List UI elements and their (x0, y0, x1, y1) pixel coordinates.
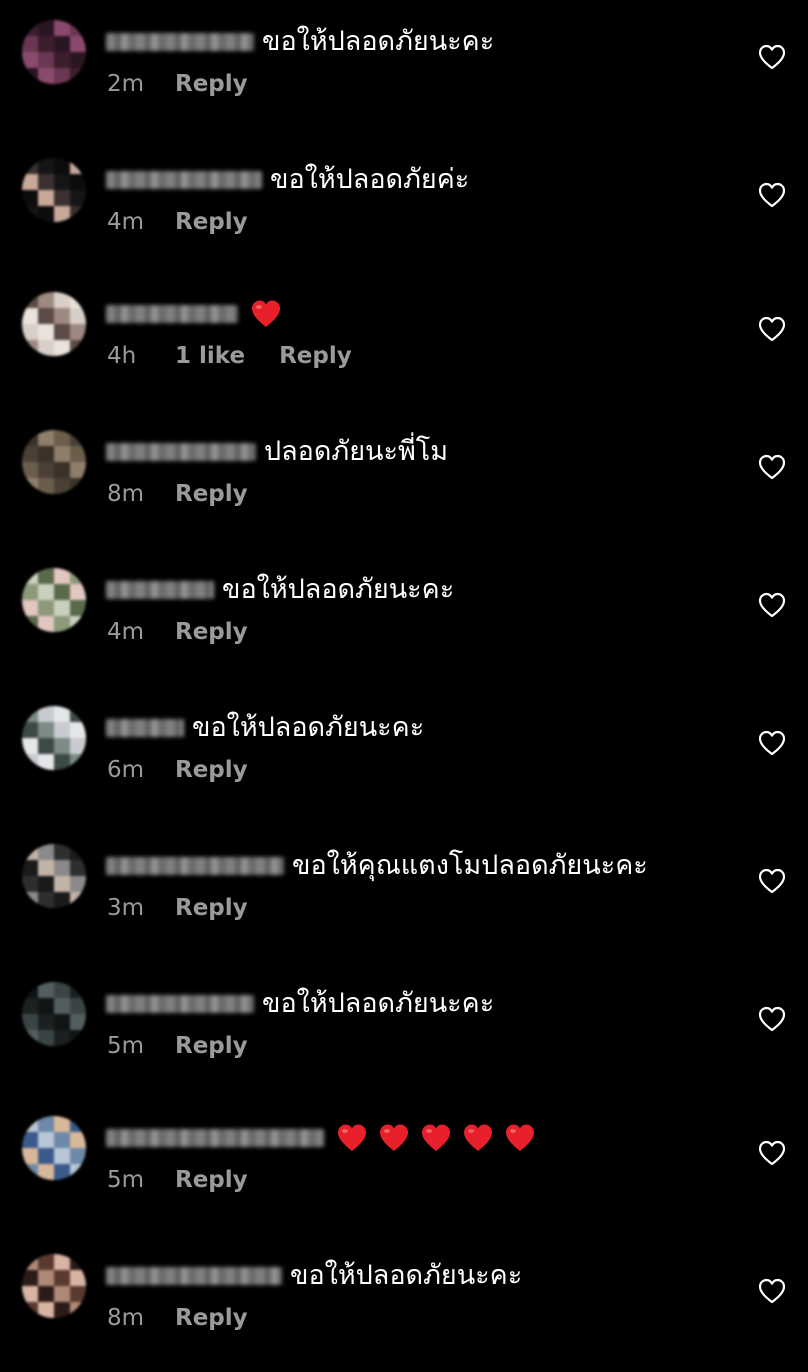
comment-meta: 4h 1 like Reply (107, 340, 352, 372)
reply-button[interactable]: Reply (175, 1167, 248, 1193)
comment-row: ขอให้คุณแตงโมปลอดภัยนะคะ 3m Reply (0, 824, 808, 962)
avatar[interactable] (22, 1254, 86, 1318)
comment-timestamp: 2m (107, 71, 145, 97)
comment-body: ขอให้ปลอดภัยนะคะ (106, 708, 424, 748)
red-heart-emoji (380, 1124, 408, 1151)
like-count[interactable]: 1 like (175, 343, 245, 369)
comment-text: ขอให้คุณแตงโมปลอดภัยนะคะ (292, 850, 648, 881)
comment-body: ขอให้ปลอดภัยนะคะ (106, 570, 454, 610)
comment-row: 4h 1 like Reply (0, 272, 808, 410)
comment-body: ขอให้คุณแตงโมปลอดภัยนะคะ (106, 846, 648, 886)
red-heart-emoji (464, 1124, 492, 1151)
comment-meta: 8m Reply (107, 1302, 248, 1334)
comment-row: ขอให้ปลอดภัยนะคะ 6m Reply (0, 686, 808, 824)
comment-row: ขอให้ปลอดภัยค่ะ 4m Reply (0, 138, 808, 276)
comment-text: ขอให้ปลอดภัยนะคะ (192, 712, 425, 743)
avatar[interactable] (22, 158, 86, 222)
avatar[interactable] (22, 568, 86, 632)
comment-timestamp: 4m (107, 209, 145, 235)
heart-outline-icon[interactable] (758, 730, 786, 756)
heart-outline-icon[interactable] (758, 1278, 786, 1304)
heart-outline-icon[interactable] (758, 1140, 786, 1166)
comment-meta: 5m Reply (107, 1030, 248, 1062)
comment-meta: 5m Reply (107, 1164, 248, 1196)
comment-timestamp: 5m (107, 1167, 145, 1193)
emoji-group (250, 298, 282, 330)
username[interactable] (106, 1267, 282, 1285)
avatar[interactable] (22, 1116, 86, 1180)
comment-timestamp: 4h (107, 343, 137, 369)
reply-button[interactable]: Reply (175, 895, 248, 921)
comment-body: ขอให้ปลอดภัยนะคะ (106, 1256, 522, 1296)
username[interactable] (106, 995, 254, 1013)
comment-body: ขอให้ปลอดภัยนะคะ (106, 984, 494, 1024)
avatar[interactable] (22, 430, 86, 494)
comment-row: ปลอดภัยนะพี่โม 8m Reply (0, 410, 808, 548)
username[interactable] (106, 305, 238, 323)
reply-button[interactable]: Reply (175, 209, 248, 235)
comment-timestamp: 3m (107, 895, 145, 921)
comment-text: ปลอดภัยนะพี่โม (264, 436, 449, 467)
avatar[interactable] (22, 292, 86, 356)
reply-button[interactable]: Reply (175, 757, 248, 783)
comment-body: ปลอดภัยนะพี่โม (106, 432, 448, 472)
comment-row: ขอให้ปลอดภัยนะคะ 2m Reply (0, 0, 808, 138)
comment-timestamp: 4m (107, 619, 145, 645)
comment-body: ขอให้ปลอดภัยค่ะ (106, 160, 469, 200)
comment-timestamp: 8m (107, 481, 145, 507)
reply-button[interactable]: Reply (175, 1305, 248, 1331)
username[interactable] (106, 857, 284, 875)
heart-outline-icon[interactable] (758, 868, 786, 894)
comment-text: ขอให้ปลอดภัยค่ะ (270, 164, 470, 195)
comment-meta: 4m Reply (107, 616, 248, 648)
reply-button[interactable]: Reply (175, 619, 248, 645)
reply-button[interactable]: Reply (175, 481, 248, 507)
username[interactable] (106, 719, 184, 737)
comment-meta: 2m Reply (107, 68, 248, 100)
comment-text: ขอให้ปลอดภัยนะคะ (222, 574, 455, 605)
red-heart-emoji (422, 1124, 450, 1151)
avatar[interactable] (22, 844, 86, 908)
comment-body (106, 1118, 536, 1158)
comment-text: ขอให้ปลอดภัยนะคะ (262, 988, 495, 1019)
comment-timestamp: 6m (107, 757, 145, 783)
comment-timestamp: 5m (107, 1033, 145, 1059)
username[interactable] (106, 1129, 324, 1147)
username[interactable] (106, 443, 256, 461)
avatar[interactable] (22, 982, 86, 1046)
reply-button[interactable]: Reply (279, 343, 352, 369)
avatar[interactable] (22, 20, 86, 84)
comment-text: ขอให้ปลอดภัยนะคะ (262, 26, 495, 57)
emoji-group (336, 1122, 536, 1154)
comment-meta: 8m Reply (107, 478, 248, 510)
username[interactable] (106, 171, 262, 189)
heart-outline-icon[interactable] (758, 44, 786, 70)
heart-outline-icon[interactable] (758, 1006, 786, 1032)
red-heart-emoji (506, 1124, 534, 1151)
red-heart-emoji (338, 1124, 366, 1151)
comment-row: ขอให้ปลอดภัยนะคะ 5m Reply (0, 962, 808, 1100)
username[interactable] (106, 581, 214, 599)
reply-button[interactable]: Reply (175, 71, 248, 97)
comment-text: ขอให้ปลอดภัยนะคะ (290, 1260, 523, 1291)
red-heart-emoji (252, 300, 280, 327)
avatar[interactable] (22, 706, 86, 770)
comment-meta: 4m Reply (107, 206, 248, 238)
heart-outline-icon[interactable] (758, 592, 786, 618)
comment-list: ขอให้ปลอดภัยนะคะ 2m Reply ขอให้ปลอดภัยค่ะ 4m… (0, 0, 808, 1331)
comment-row: ขอให้ปลอดภัยนะคะ 4m Reply (0, 548, 808, 686)
comment-meta: 6m Reply (107, 754, 248, 786)
comment-row: ขอให้ปลอดภัยนะคะ 8m Reply (0, 1234, 808, 1372)
comment-body (106, 294, 282, 334)
heart-outline-icon[interactable] (758, 454, 786, 480)
comment-timestamp: 8m (107, 1305, 145, 1331)
comment-row: 5m Reply (0, 1096, 808, 1234)
comment-meta: 3m Reply (107, 892, 248, 924)
username[interactable] (106, 33, 254, 51)
comment-body: ขอให้ปลอดภัยนะคะ (106, 22, 494, 62)
reply-button[interactable]: Reply (175, 1033, 248, 1059)
heart-outline-icon[interactable] (758, 182, 786, 208)
heart-outline-icon[interactable] (758, 316, 786, 342)
